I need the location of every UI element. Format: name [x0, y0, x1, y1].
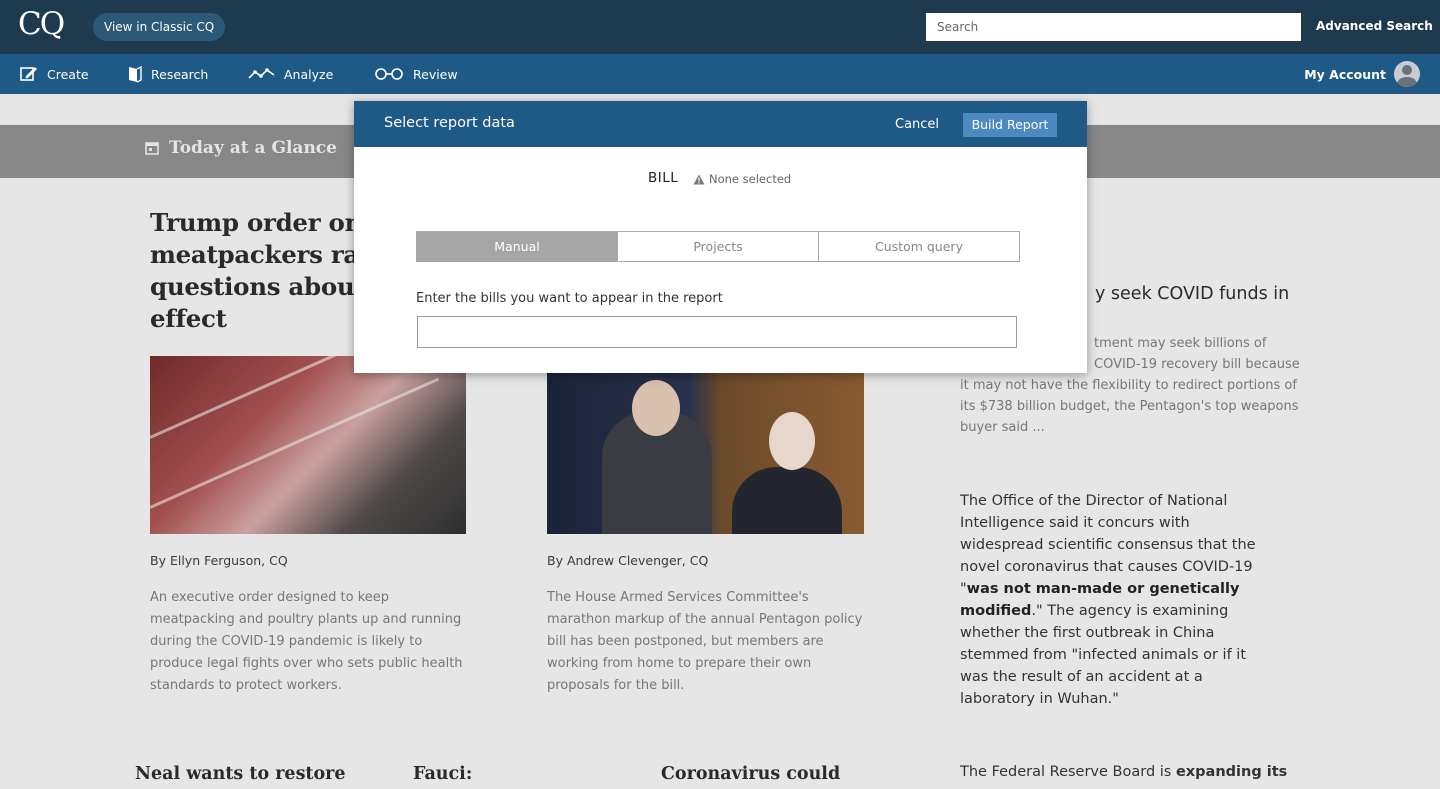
- right-blurb-line1: tment may seek billions of: [1094, 336, 1267, 351]
- odni-brief: The Office of the Director of National I…: [960, 490, 1270, 710]
- my-account-menu[interactable]: My Account: [1304, 54, 1420, 94]
- tab-manual[interactable]: Manual: [417, 232, 617, 261]
- pencil-square-icon: [20, 67, 37, 81]
- advanced-search-link[interactable]: Advanced Search: [1316, 19, 1433, 33]
- bottom-headline-1[interactable]: Neal wants to restore: [135, 764, 346, 784]
- avatar-icon: [1394, 61, 1420, 87]
- view-classic-button[interactable]: View in Classic CQ: [93, 13, 226, 41]
- nav-analyze-label: Analyze: [284, 66, 334, 82]
- tab-custom-query[interactable]: Custom query: [818, 232, 1019, 261]
- fed-brief: The Federal Reserve Board is expanding i…: [960, 764, 1287, 780]
- nav-create-label: Create: [47, 66, 89, 82]
- bill-status-text: None selected: [709, 172, 792, 186]
- fed-bold: expanding its: [1175, 764, 1288, 780]
- nav-create[interactable]: Create: [20, 54, 89, 94]
- meatpacking-photo[interactable]: [150, 356, 466, 534]
- bill-label: BILL: [648, 170, 679, 186]
- main-nav: Create Research Analyze Review My Accoun…: [0, 54, 1440, 94]
- calendar-icon: [145, 142, 159, 155]
- story1-byline: By Ellyn Ferguson, CQ: [150, 553, 288, 568]
- nav-review-label: Review: [413, 66, 458, 82]
- right-headline[interactable]: y seek COVID funds in: [1095, 284, 1289, 304]
- story1-blurb: An executive order designed to keep meat…: [150, 590, 463, 693]
- select-report-data-dialog: Select report data Cancel Build Report B…: [354, 101, 1087, 373]
- bottom-headline-2[interactable]: Fauci:: [413, 764, 472, 784]
- nav-research-label: Research: [151, 66, 209, 82]
- search-input[interactable]: [926, 13, 1301, 41]
- cq-logo[interactable]: CQ: [18, 6, 65, 42]
- nav-review[interactable]: Review: [374, 54, 458, 94]
- book-icon: [129, 65, 142, 83]
- build-report-button[interactable]: Build Report: [963, 113, 1057, 137]
- glasses-icon: [375, 68, 403, 80]
- input-mode-tabs: Manual Projects Custom query: [416, 231, 1020, 262]
- glance-title: Today at a Glance: [169, 138, 337, 158]
- story2-byline: By Andrew Clevenger, CQ: [547, 553, 709, 568]
- nav-research[interactable]: Research: [128, 54, 208, 94]
- bill-status: None selected: [693, 172, 791, 186]
- fed-text: The Federal Reserve Board is: [960, 764, 1176, 780]
- tab-projects[interactable]: Projects: [617, 232, 818, 261]
- my-account-label: My Account: [1304, 66, 1386, 82]
- dialog-title: Select report data: [384, 115, 515, 131]
- right-blurb-rest: it may not have the flexibility to redir…: [960, 378, 1299, 435]
- cancel-button[interactable]: Cancel: [895, 117, 939, 132]
- warning-icon: [693, 174, 705, 184]
- top-bar: CQ View in Classic CQ Advanced Search: [0, 0, 1440, 54]
- bottom-headline-3[interactable]: Coronavirus could: [661, 764, 840, 784]
- right-blurb-line2: COVID-19 recovery bill because: [1094, 357, 1300, 372]
- bills-input-label: Enter the bills you want to appear in th…: [416, 291, 723, 306]
- dialog-header: Select report data Cancel Build Report: [354, 101, 1087, 147]
- story2-blurb: The House Armed Services Committee's mar…: [547, 590, 863, 693]
- bills-input[interactable]: [417, 316, 1017, 348]
- nav-analyze[interactable]: Analyze: [248, 54, 333, 94]
- line-chart-icon: [248, 68, 275, 79]
- committee-photo[interactable]: [547, 372, 864, 534]
